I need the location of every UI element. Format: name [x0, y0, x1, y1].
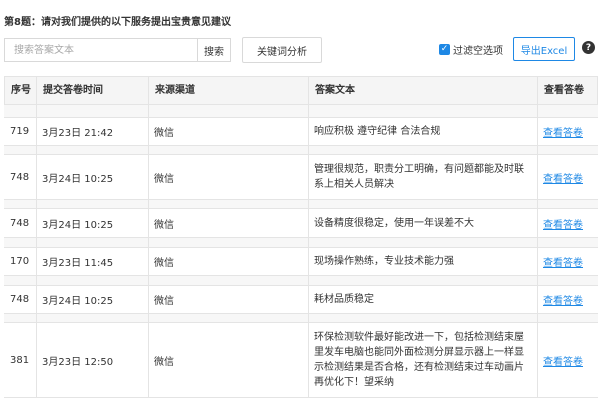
table-row: 748 3月24日 10:25 微信 设备精度很稳定，使用一年误差不大 查看答卷	[4, 208, 598, 238]
table-row: 170 3月23日 11:45 微信 现场操作熟练，专业技术能力强 查看答卷	[4, 247, 598, 276]
table-row: 748 3月24日 10:25 微信 耗材品质稳定 查看答卷	[4, 285, 598, 314]
cell-source: 微信	[154, 173, 174, 185]
row-separator	[4, 200, 598, 208]
table-row: 719 3月23日 21:42 微信 响应积极 遵守纪律 合法合规 查看答卷	[4, 117, 598, 146]
checkmark-icon: ✓	[439, 43, 450, 55]
cell-time: 3月24日 10:25	[42, 173, 114, 185]
cell-time: 3月23日 21:42	[42, 128, 114, 139]
cell-answer-text: 管理很规范，职责分工明确，有问题都能及时联系上相关人员解决	[314, 164, 524, 190]
cell-source: 微信	[154, 258, 174, 269]
row-separator	[4, 146, 598, 154]
column-header-view: 查看答卷	[544, 85, 584, 96]
help-icon[interactable]: ?	[582, 41, 595, 54]
cell-answer-text: 环保检测软件最好能改进一下，包括检测结束屋里发车电脑也能同外面检测分屏显示器上一…	[314, 332, 524, 388]
table-header: 序号 提交答卷时间 来源渠道 答案文本 查看答卷	[4, 76, 598, 105]
export-excel-button[interactable]: 导出Excel	[513, 37, 575, 61]
search-button[interactable]: 搜索	[197, 38, 231, 62]
cell-answer-text: 现场操作熟练，专业技术能力强	[314, 256, 454, 267]
cell-answer-text: 耗材品质稳定	[314, 294, 374, 305]
cell-answer-text: 响应积极 遵守纪律 合法合规	[314, 126, 441, 137]
cell-no: 748	[10, 171, 30, 183]
view-answer-link[interactable]: 查看答卷	[543, 353, 583, 368]
table-row: 381 3月23日 12:50 微信 环保检测软件最好能改进一下，包括检测结束屋…	[4, 322, 598, 398]
cell-answer-text: 设备精度很稳定，使用一年误差不大	[314, 217, 474, 229]
keyword-analysis-button[interactable]: 关键词分析	[242, 37, 322, 63]
row-separator	[4, 238, 598, 247]
view-answer-link[interactable]: 查看答卷	[543, 216, 583, 231]
search-input[interactable]	[4, 38, 198, 62]
filter-empty-label: 过滤空选项	[453, 45, 503, 57]
cell-no: 170	[10, 256, 30, 267]
column-header-source: 来源渠道	[149, 77, 309, 104]
column-header-time: 提交答卷时间	[37, 77, 149, 104]
cell-time: 3月23日 12:50	[42, 356, 114, 368]
column-divider	[308, 105, 309, 398]
view-answer-link[interactable]: 查看答卷	[543, 254, 583, 269]
column-header-no: 序号	[5, 77, 37, 104]
cell-source: 微信	[154, 296, 174, 307]
column-divider	[36, 105, 37, 398]
column-header-text: 答案文本	[309, 77, 538, 104]
row-separator	[4, 276, 598, 285]
cell-source: 微信	[154, 219, 174, 231]
cell-time: 3月23日 11:45	[42, 258, 114, 269]
column-divider	[148, 105, 149, 398]
view-answer-link[interactable]: 查看答卷	[543, 170, 583, 185]
cell-time: 3月24日 10:25	[42, 296, 114, 307]
cell-source: 微信	[154, 128, 174, 139]
column-divider	[537, 105, 538, 398]
cell-no: 381	[10, 354, 30, 366]
cell-no: 748	[10, 294, 30, 305]
table-row: 748 3月24日 10:25 微信 管理很规范，职责分工明确，有问题都能及时联…	[4, 154, 598, 200]
cell-no: 719	[10, 126, 30, 137]
filter-empty-checkbox[interactable]: ✓ 过滤空选项	[439, 42, 503, 57]
question-title: 第8题：请对我们提供的以下服务提出宝贵意见建议	[4, 17, 231, 28]
cell-source: 微信	[154, 356, 174, 368]
cell-time: 3月24日 10:25	[42, 219, 114, 231]
view-answer-link[interactable]: 查看答卷	[543, 124, 583, 139]
row-separator	[4, 314, 598, 322]
row-separator	[4, 105, 598, 117]
cell-no: 748	[10, 217, 30, 229]
view-answer-link[interactable]: 查看答卷	[543, 292, 583, 307]
